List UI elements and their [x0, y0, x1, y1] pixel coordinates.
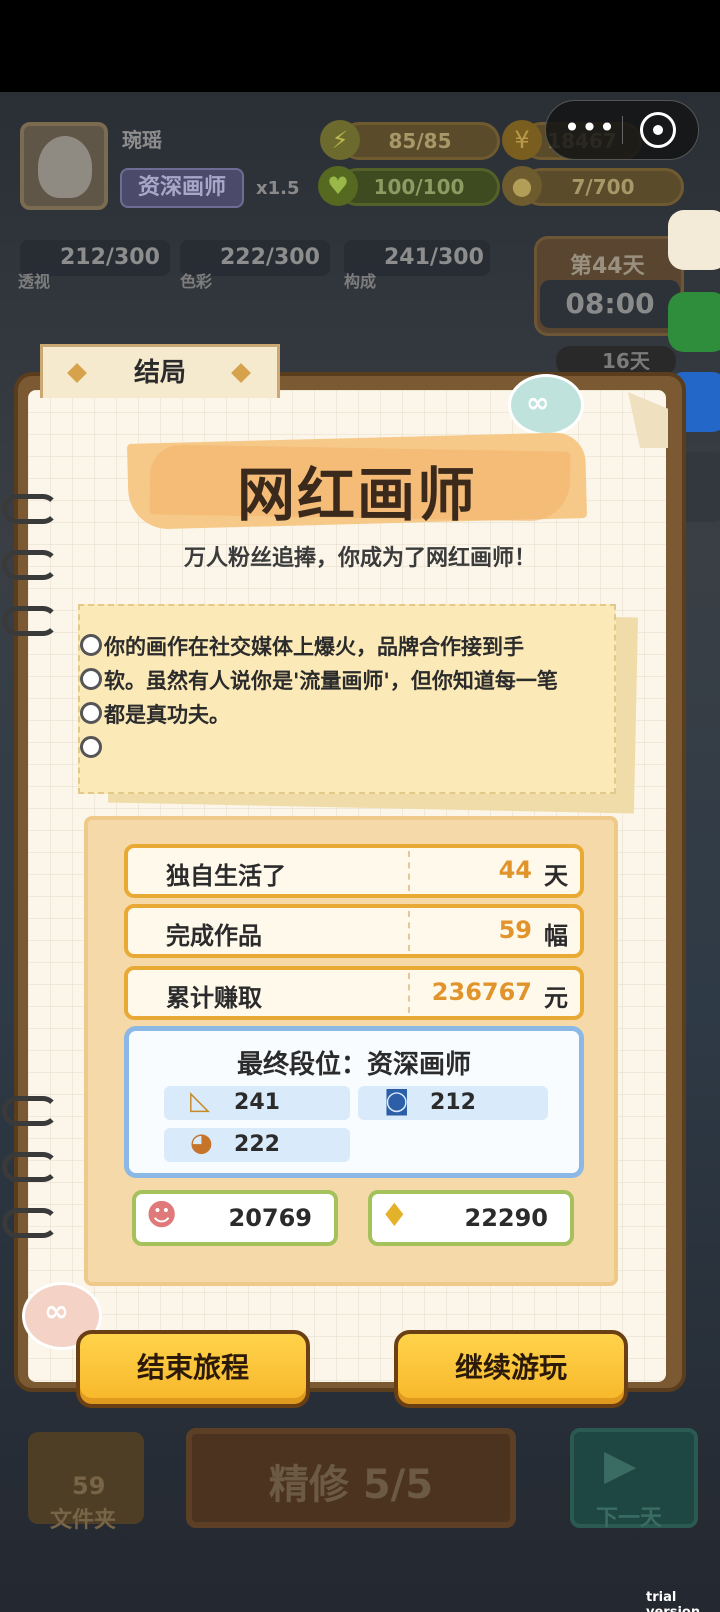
player-rank-badge: 资深画师 [120, 168, 244, 208]
skip-forward-icon: ▶ [604, 1440, 637, 1489]
heart-icon: ♥ [318, 166, 358, 206]
spiral-ring [2, 494, 58, 524]
status-bar-area [0, 0, 720, 92]
ruler-triangle-icon: ◺ [190, 1086, 210, 1116]
side-green-app-icon[interactable] [668, 292, 720, 352]
player-avatar [20, 122, 108, 210]
energy-bar: 85/85 [340, 122, 500, 160]
stat-value: 59 [498, 916, 532, 944]
day-label: 第44天 [570, 254, 645, 279]
story-text: 你的画作在社交媒体上爆火，品牌合作接到手 软。虽然有人说你是'流量画师'，但你知… [104, 630, 600, 732]
stat-unit: 元 [544, 984, 568, 1012]
note-ring-icon [80, 668, 102, 690]
palette-icon: ◕ [190, 1128, 213, 1158]
skill-perspective-label: 透视 [18, 272, 51, 291]
rank-multiplier: x1.5 [256, 178, 300, 199]
trial-version-watermark: trial version [646, 1590, 700, 1612]
player-name: 琬瑶 [122, 128, 162, 152]
target-icon [653, 125, 663, 135]
stat-label: 累计赚取 [166, 984, 262, 1012]
story-line: 都是真功夫。 [104, 703, 230, 727]
end-journey-button[interactable]: 结束旅程 [76, 1330, 310, 1408]
final-rank-title: 最终段位：资深画师 [236, 1050, 471, 1080]
ending-title: 网红画师 [236, 461, 477, 529]
clock-display: 08:00 [540, 280, 680, 328]
skill-composition-label: 构成 [344, 272, 377, 291]
spiral-ring [2, 1208, 58, 1238]
continue-playing-button[interactable]: 继续游玩 [394, 1330, 628, 1408]
folder-count: 59 [72, 1472, 106, 1500]
avatar-face [38, 136, 92, 198]
health-bar: 100/100 [338, 168, 500, 206]
camera-icon: ◙ [384, 1086, 410, 1116]
stat-unit: 天 [544, 862, 568, 890]
spiral-ring [2, 1096, 58, 1126]
capsule-divider [622, 116, 623, 144]
side-mascot-icon[interactable] [668, 210, 720, 270]
skill-color-label: 色彩 [180, 272, 213, 291]
infinity-icon: ∞ [44, 1294, 69, 1329]
idea-bar: 7/700 [522, 168, 684, 206]
note-ring-icon [80, 702, 102, 724]
ending-tab-title: 结局 [133, 358, 186, 388]
more-button[interactable]: ••• [560, 110, 620, 150]
thumbs-up-icon: ♦ [380, 1196, 409, 1234]
people-icon: ☻ [146, 1198, 178, 1233]
folder-label: 文件夹 [50, 1508, 117, 1533]
stat-label: 完成作品 [166, 922, 262, 950]
lightning-icon: ⚡ [320, 120, 360, 160]
note-ring-icon [80, 736, 102, 758]
stat-value: 44 [498, 856, 532, 884]
infinity-icon: ∞ [526, 386, 550, 419]
stat-value: 236767 [431, 978, 532, 1006]
polish-label: 精修 5/5 [268, 1462, 434, 1508]
spiral-ring [2, 1152, 58, 1182]
spiral-ring [2, 606, 58, 636]
coin-icon: ¥ [502, 120, 542, 160]
story-line: 软。虽然有人说你是'流量画师'，但你知道每一笔 [104, 669, 558, 693]
story-line: 你的画作在社交媒体上爆火，品牌合作接到手 [104, 635, 524, 659]
ending-subtitle: 万人粉丝追捧，你成为了网红画师！ [183, 546, 536, 571]
next-day-label: 下一天 [596, 1506, 663, 1531]
stat-unit: 幅 [544, 922, 568, 950]
note-ring-icon [80, 634, 102, 656]
close-miniprogram-button[interactable] [640, 112, 676, 148]
lightbulb-icon: ● [502, 166, 542, 206]
stat-label: 独自生活了 [166, 862, 286, 890]
